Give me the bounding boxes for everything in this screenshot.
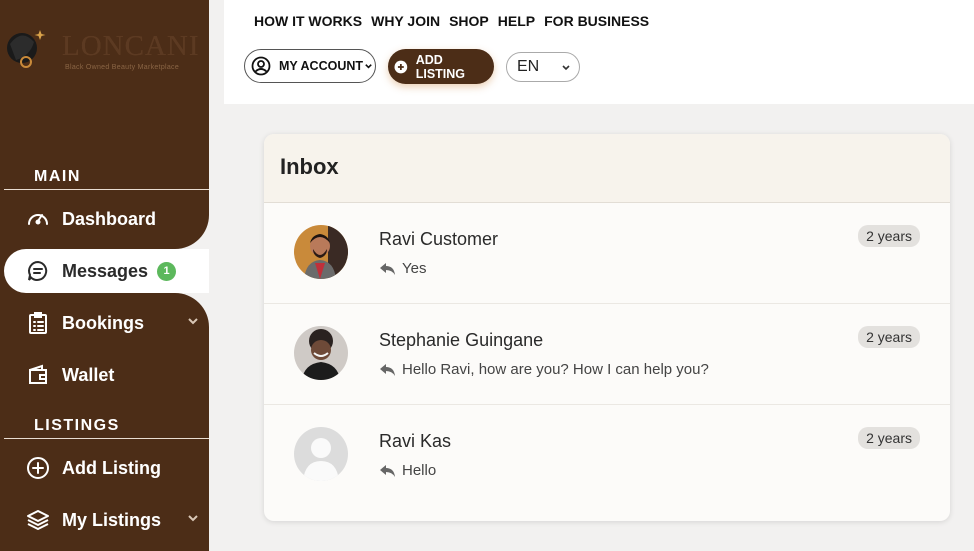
message-preview-text: Hello Ravi, how are you? How I can help … [402, 361, 709, 378]
user-circle-icon [251, 56, 271, 76]
language-value: EN [517, 58, 540, 75]
my-account-label: MY ACCOUNT [279, 59, 364, 73]
nav-link-how-it-works[interactable]: HOW IT WORKS [254, 13, 362, 29]
sidebar-item-add-listing[interactable]: Add Listing [4, 446, 209, 490]
chevron-down-icon [562, 65, 570, 71]
unread-count-badge: 1 [157, 261, 177, 281]
sidebar: LONCANI Black Owned Beauty Marketplace M… [0, 0, 209, 551]
dashboard-icon [26, 207, 50, 231]
message-preview: Hello Ravi, how are you? How I can help … [379, 361, 709, 378]
logo-mark-icon [7, 30, 46, 68]
message-row[interactable]: Ravi Customer Yes 2 years [264, 203, 950, 304]
inbox-card: Inbox Ravi Customer Yes 2 years Stephani… [264, 134, 950, 521]
sidebar-item-label: Messages [62, 260, 149, 281]
message-preview-text: Yes [402, 260, 427, 277]
sender-name: Stephanie Guingane [379, 330, 544, 350]
section-title-listings: LISTINGS [34, 417, 120, 434]
sender-name: Ravi Kas [379, 431, 452, 451]
message-row[interactable]: Ravi Kas Hello 2 years [264, 405, 950, 505]
time-badge: 2 years [858, 326, 920, 348]
default-avatar-icon [294, 427, 348, 481]
message-row[interactable]: Stephanie Guingane Hello Ravi, how are y… [264, 304, 950, 405]
message-preview: Hello [379, 462, 436, 479]
sidebar-item-label: Wallet [62, 364, 115, 385]
top-navigation: HOW IT WORKS WHY JOIN SHOP HELP FOR BUSI… [254, 13, 649, 29]
language-select[interactable]: EN [506, 52, 580, 82]
sender-name: Ravi Customer [379, 229, 499, 249]
avatar [294, 326, 348, 380]
plus-circle-icon [394, 60, 408, 73]
brand-logo[interactable]: LONCANI Black Owned Beauty Marketplace [4, 22, 204, 82]
layers-icon [26, 508, 50, 532]
brand-tagline: Black Owned Beauty Marketplace [65, 64, 180, 71]
message-preview-text: Hello [402, 462, 437, 479]
my-account-button[interactable]: MY ACCOUNT [244, 49, 376, 83]
nav-link-shop[interactable]: SHOP [449, 13, 489, 29]
sidebar-item-wallet[interactable]: Wallet [4, 353, 209, 397]
nav-link-for-business[interactable]: FOR BUSINESS [544, 13, 649, 29]
avatar [294, 225, 348, 279]
chevron-down-icon [188, 515, 198, 522]
clipboard-icon [26, 311, 50, 335]
message-preview: Yes [379, 260, 426, 277]
reply-icon [380, 464, 395, 477]
sidebar-item-label: Add Listing [62, 457, 161, 478]
sidebar-item-messages[interactable]: Messages 1 [4, 249, 209, 293]
inbox-title: Inbox [280, 154, 339, 179]
add-listing-button[interactable]: ADD LISTING [388, 49, 494, 84]
chevron-down-icon [365, 63, 372, 69]
sidebar-item-bookings[interactable]: Bookings [4, 301, 209, 345]
nav-link-help[interactable]: HELP [498, 13, 535, 29]
reply-icon [380, 363, 395, 376]
section-title-main: MAIN [34, 168, 81, 185]
inbox-header: Inbox [264, 134, 950, 203]
nav-link-why-join[interactable]: WHY JOIN [371, 13, 440, 29]
section-divider [4, 438, 209, 439]
wallet-icon [26, 363, 50, 387]
sidebar-item-label: Dashboard [62, 208, 157, 229]
sidebar-item-label: My Listings [62, 509, 162, 530]
active-tab-curve [175, 215, 209, 249]
chevron-down-icon [188, 318, 198, 325]
add-listing-label: ADD LISTING [415, 52, 466, 81]
reply-icon [380, 262, 395, 275]
sidebar-item-my-listings[interactable]: My Listings [4, 498, 209, 542]
brand-name: LONCANI [62, 30, 200, 62]
time-badge: 2 years [858, 225, 920, 247]
messages-icon [26, 259, 50, 283]
sidebar-item-label: Bookings [62, 312, 145, 333]
plus-circle-icon [26, 456, 50, 480]
section-divider [4, 189, 209, 190]
top-header: HOW IT WORKS WHY JOIN SHOP HELP FOR BUSI… [224, 0, 974, 104]
time-badge: 2 years [858, 427, 920, 449]
